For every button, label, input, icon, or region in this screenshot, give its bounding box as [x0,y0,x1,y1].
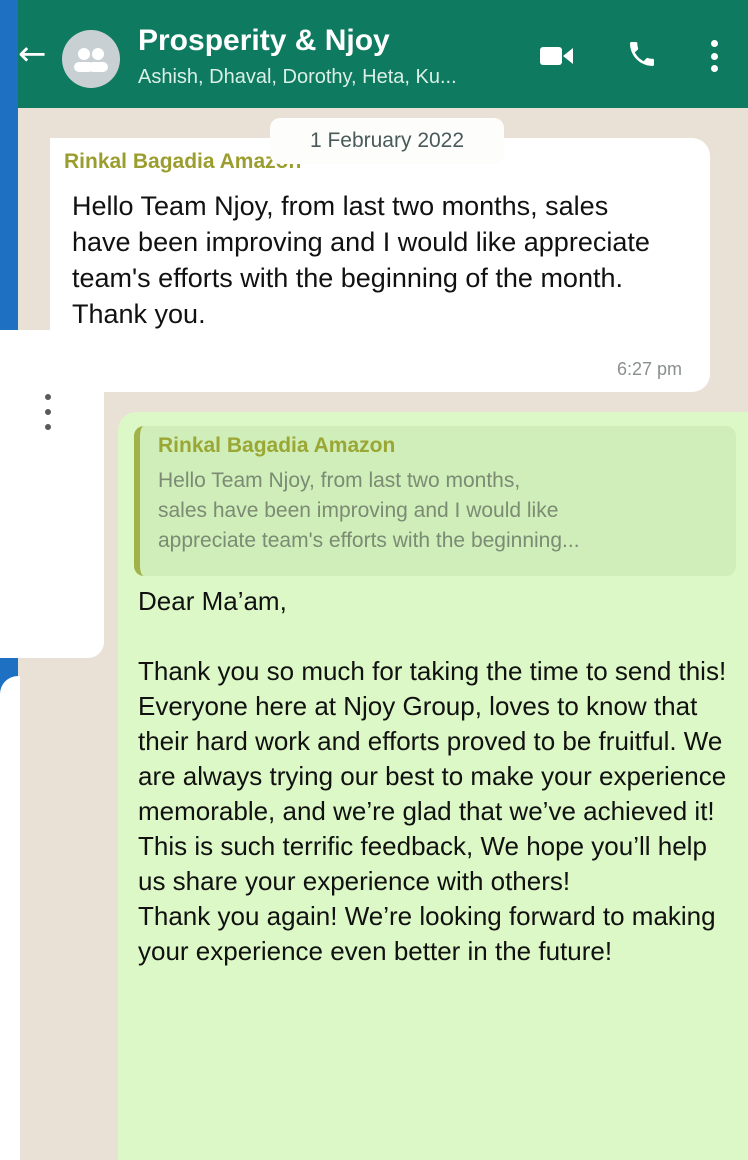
message-sender: Rinkal Bagadia Amazon [64,150,302,173]
more-vertical-icon[interactable] [708,40,720,72]
arrow-left-icon[interactable]: ← [18,36,47,72]
date-divider: 1 February 2022 [270,118,504,164]
video-camera-icon[interactable] [540,44,574,73]
quoted-message[interactable]: Rinkal Bagadia Amazon Hello Team Njoy, f… [134,426,736,576]
reply-text: Dear Ma’am, Thank you so much for taking… [138,586,727,966]
outgoing-message-bubble[interactable]: Rinkal Bagadia Amazon Hello Team Njoy, f… [118,412,748,1160]
quoted-sender: Rinkal Bagadia Amazon [158,434,396,457]
chat-header: ← Prosperity & Njoy Ashish, Dhaval, Doro… [18,0,748,108]
chat-window: ← Prosperity & Njoy Ashish, Dhaval, Doro… [18,0,748,1160]
incoming-message-bubble[interactable]: Rinkal Bagadia Amazon Hello Team Njoy, f… [50,138,710,392]
message-time: 6:27 pm [616,359,682,379]
quoted-text: Hello Team Njoy, from last two months, s… [158,469,580,552]
phone-icon[interactable] [626,38,658,75]
message-text: Hello Team Njoy, from last two months, s… [72,191,650,329]
more-vertical-icon[interactable] [42,394,54,430]
group-avatar-icon[interactable] [62,30,120,88]
group-title[interactable]: Prosperity & Njoy [138,24,390,58]
background-panel [0,676,20,1160]
background-card [0,330,104,658]
group-members[interactable]: Ashish, Dhaval, Dorothy, Heta, Ku... [138,66,457,89]
